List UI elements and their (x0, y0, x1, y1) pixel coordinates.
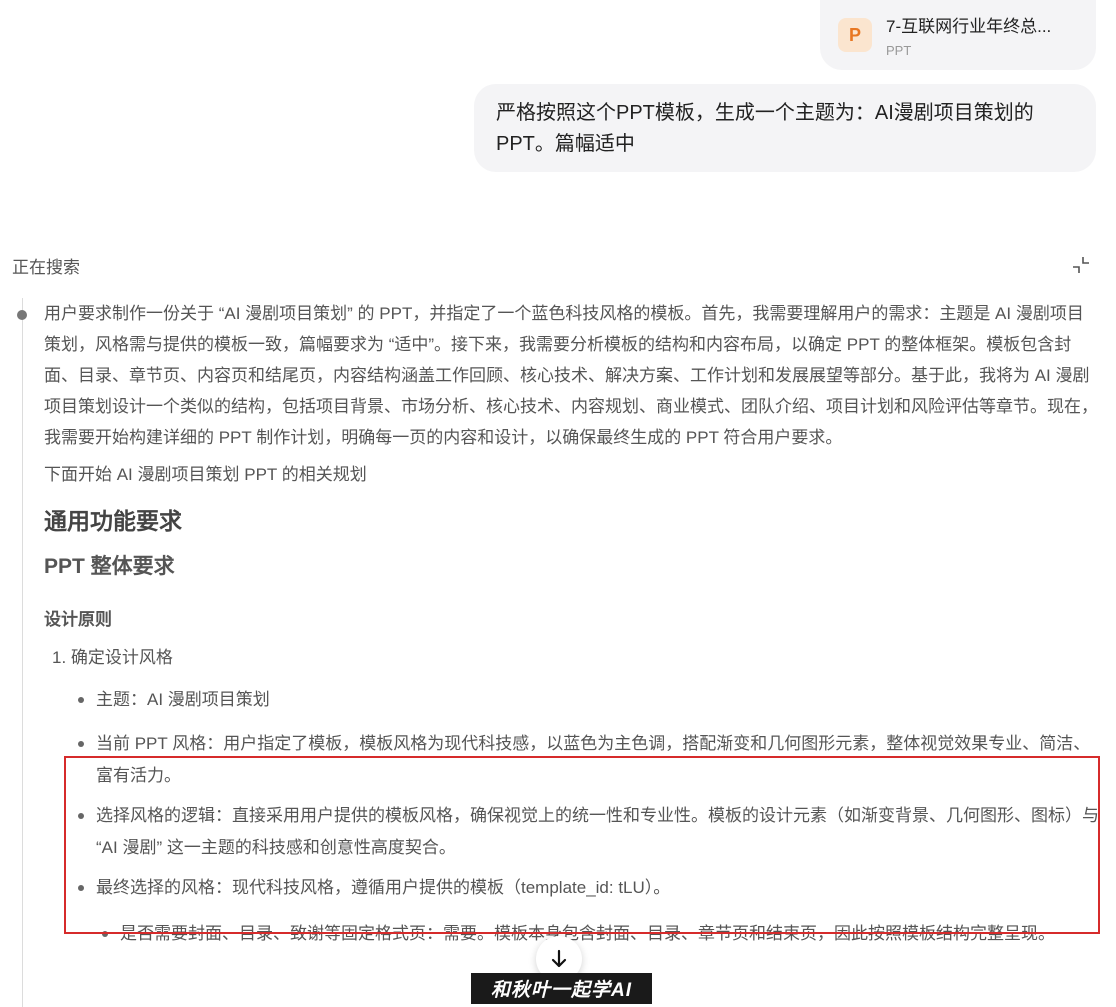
bullet-dot (102, 931, 108, 937)
attachment-type: PPT (886, 43, 912, 58)
bullet-dot (78, 741, 84, 747)
heading-ppt-overall: PPT 整体要求 (44, 555, 175, 578)
thinking-paragraph: 用户要求制作一份关于 “AI 漫剧项目策划” 的 PPT，并指定了一个蓝色科技风… (44, 304, 1098, 447)
thinking-bullet-dot (17, 310, 27, 320)
search-status-label: 正在搜索 (12, 257, 80, 277)
ordered-item-design-style: 1. 确定设计风格 (52, 648, 173, 667)
list-item: 主题：AI 漫剧项目策划 (78, 684, 1099, 716)
chat-page: P 7-互联网行业年终总... PPT 严格按照这个PPT模板，生成一个主题为：… (0, 0, 1116, 1007)
arrow-down-icon (551, 949, 567, 968)
list-item: 最终选择的风格：现代科技风格，遵循用户提供的模板（template_id: tL… (78, 872, 1099, 904)
user-message-bubble: 严格按照这个PPT模板，生成一个主题为：AI漫剧项目策划的PPT。篇幅适中 (474, 84, 1096, 172)
ppt-file-icon: P (838, 18, 872, 52)
plan-intro: 下面开始 AI 漫剧项目策划 PPT 的相关规划 (44, 465, 367, 484)
bullet-dot (78, 885, 84, 891)
list-item-sub: 是否需要封面、目录、致谢等固定格式页：需要。模板本身包含封面、目录、章节页和结束… (102, 918, 1099, 950)
thinking-block: 用户要求制作一份关于 “AI 漫剧项目策划” 的 PPT，并指定了一个蓝色科技风… (17, 298, 1102, 1007)
collapse-icon[interactable] (1070, 254, 1092, 276)
list-item: 当前 PPT 风格：用户指定了模板，模板风格为现代科技感，以蓝色为主色调，搭配渐… (78, 728, 1099, 792)
bullet-dot (78, 697, 84, 703)
watermark: 和秋叶一起学AI (471, 973, 652, 1004)
search-status-row: 正在搜索 (12, 252, 1092, 278)
list-item: 选择风格的逻辑：直接采用用户提供的模板风格，确保视觉上的统一性和专业性。模板的设… (78, 800, 1099, 864)
attachment-info: 7-互联网行业年终总... PPT (886, 12, 1051, 58)
attachment-name: 7-互联网行业年终总... (886, 17, 1052, 36)
attachment-card[interactable]: P 7-互联网行业年终总... PPT (820, 0, 1096, 70)
bullet-dot (78, 813, 84, 819)
heading-design-principles: 设计原则 (44, 610, 112, 629)
thinking-content: 用户要求制作一份关于 “AI 漫剧项目策划” 的 PPT，并指定了一个蓝色科技风… (44, 298, 1099, 950)
heading-general-requirements: 通用功能要求 (44, 508, 182, 534)
